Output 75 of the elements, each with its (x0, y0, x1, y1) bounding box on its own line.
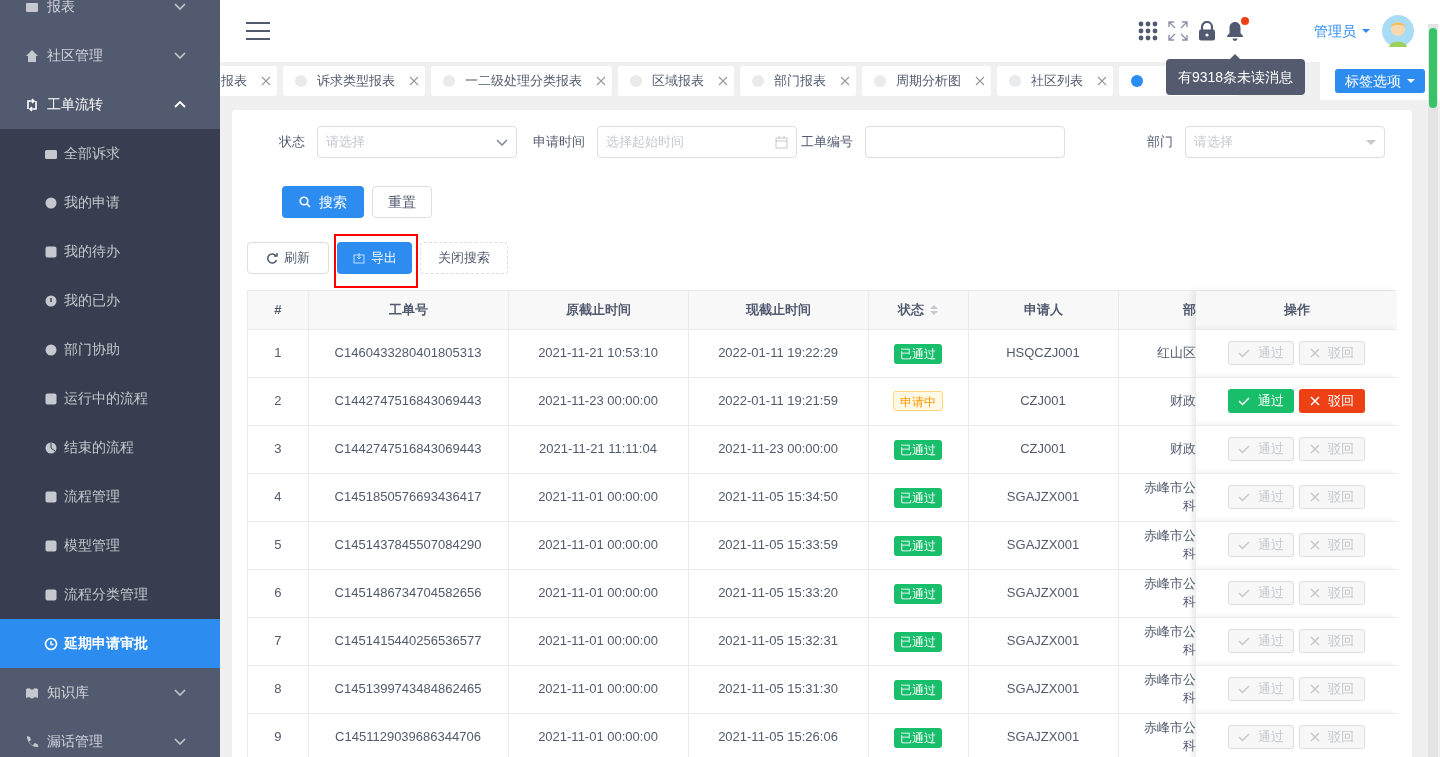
status-tag: 已通过 (894, 583, 942, 604)
table-cell: C1442747516843069443 (308, 425, 508, 473)
table-cell: C1442747516843069443 (308, 377, 508, 425)
notification-tooltip: 有9318条未读消息 (1166, 59, 1306, 95)
field-label: 申请时间 (532, 133, 586, 152)
table-cell: 2021-11-05 15:32:31 (688, 617, 868, 665)
table-cell: SGAJZX001 (968, 665, 1118, 713)
table-cell-text: 赤峰市公科 (1143, 719, 1196, 755)
table-cell: HSQCZJ001 (968, 329, 1118, 377)
table-cell: 2021-11-01 00:00:00 (508, 665, 688, 713)
table-cell-text: 赤峰市公科 (1143, 479, 1196, 515)
column-header: # (248, 291, 308, 329)
table-cell: 2021-11-21 11:11:04 (508, 425, 688, 473)
table-cell: SGAJZX001 (968, 617, 1118, 665)
table-cell: 2022-01-11 19:21:59 (688, 377, 868, 425)
table-cell-text: 赤峰市公科 (1143, 575, 1196, 611)
status-tag: 已通过 (894, 727, 942, 748)
status-tag: 已通过 (894, 439, 942, 460)
table-cell: 2021-11-21 10:53:10 (508, 329, 688, 377)
table-cell: 5 (248, 521, 308, 569)
table-cell: 1 (248, 329, 308, 377)
table-cell: 财政 (1170, 392, 1196, 410)
column-header: 工单号 (308, 291, 508, 329)
table-cell: 3 (248, 425, 308, 473)
table-cell: CZJ001 (968, 425, 1118, 473)
table-cell: 2021-11-01 00:00:00 (508, 569, 688, 617)
status-tag: 申请中 (893, 390, 943, 411)
table-cell: C1451437845507084290 (308, 521, 508, 569)
status-tag: 已通过 (894, 631, 942, 652)
table-cell: C1451399743484862465 (308, 665, 508, 713)
status-tag: 已通过 (894, 487, 942, 508)
table-cell: C1451850576693436417 (308, 473, 508, 521)
status-tag: 已通过 (894, 535, 942, 556)
status-tag: 已通过 (894, 679, 942, 700)
table-cell: 2021-11-05 15:26:06 (688, 713, 868, 757)
table-cell: SGAJZX001 (968, 569, 1118, 617)
table-cell: C1451415440256536577 (308, 617, 508, 665)
table-cell-text: 赤峰市公科 (1143, 623, 1196, 659)
column-header: 现截止时间 (688, 291, 868, 329)
column-header: 原截止时间 (508, 291, 688, 329)
table-cell: 2021-11-05 15:31:30 (688, 665, 868, 713)
table-cell: 2021-11-01 00:00:00 (508, 617, 688, 665)
field-label: 工单编号 (800, 133, 854, 152)
field-label: 部门 (1146, 133, 1174, 152)
table-cell: C1451129039686344706 (308, 713, 508, 757)
table-cell: 2 (248, 377, 308, 425)
table-cell: SGAJZX001 (968, 713, 1118, 757)
table-cell: 4 (248, 473, 308, 521)
table-cell: 8 (248, 665, 308, 713)
table-cell: 财政 (1170, 440, 1196, 458)
table-cell: SGAJZX001 (968, 521, 1118, 569)
table-cell: 2021-11-23 00:00:00 (688, 425, 868, 473)
table-cell: 7 (248, 617, 308, 665)
table-cell: 红山区 (1157, 344, 1196, 362)
column-header: 操作 (1196, 291, 1397, 329)
table-cell: 2021-11-01 00:00:00 (508, 521, 688, 569)
column-header: 状态 (868, 291, 968, 329)
table-cell: 2021-11-05 15:34:50 (688, 473, 868, 521)
table-cell: 2022-01-11 19:22:29 (688, 329, 868, 377)
table-cell: 2021-11-05 15:33:59 (688, 521, 868, 569)
table-cell: 6 (248, 569, 308, 617)
column-header: 申请人 (968, 291, 1118, 329)
table-cell: 2021-11-23 00:00:00 (508, 377, 688, 425)
table-cell: C1451486734704582656 (308, 569, 508, 617)
table-cell-text: 赤峰市公科 (1143, 527, 1196, 563)
table-cell: 9 (248, 713, 308, 757)
field-label: 状态 (278, 133, 306, 152)
status-tag: 已通过 (894, 343, 942, 364)
table-cell: 2021-11-01 00:00:00 (508, 713, 688, 757)
table-cell: CZJ001 (968, 377, 1118, 425)
table-cell: SGAJZX001 (968, 473, 1118, 521)
table-cell: 2021-11-01 00:00:00 (508, 473, 688, 521)
table-cell-text: 赤峰市公科 (1143, 671, 1196, 707)
table-cell: 2021-11-05 15:33:20 (688, 569, 868, 617)
table-cell: C1460433280401805313 (308, 329, 508, 377)
